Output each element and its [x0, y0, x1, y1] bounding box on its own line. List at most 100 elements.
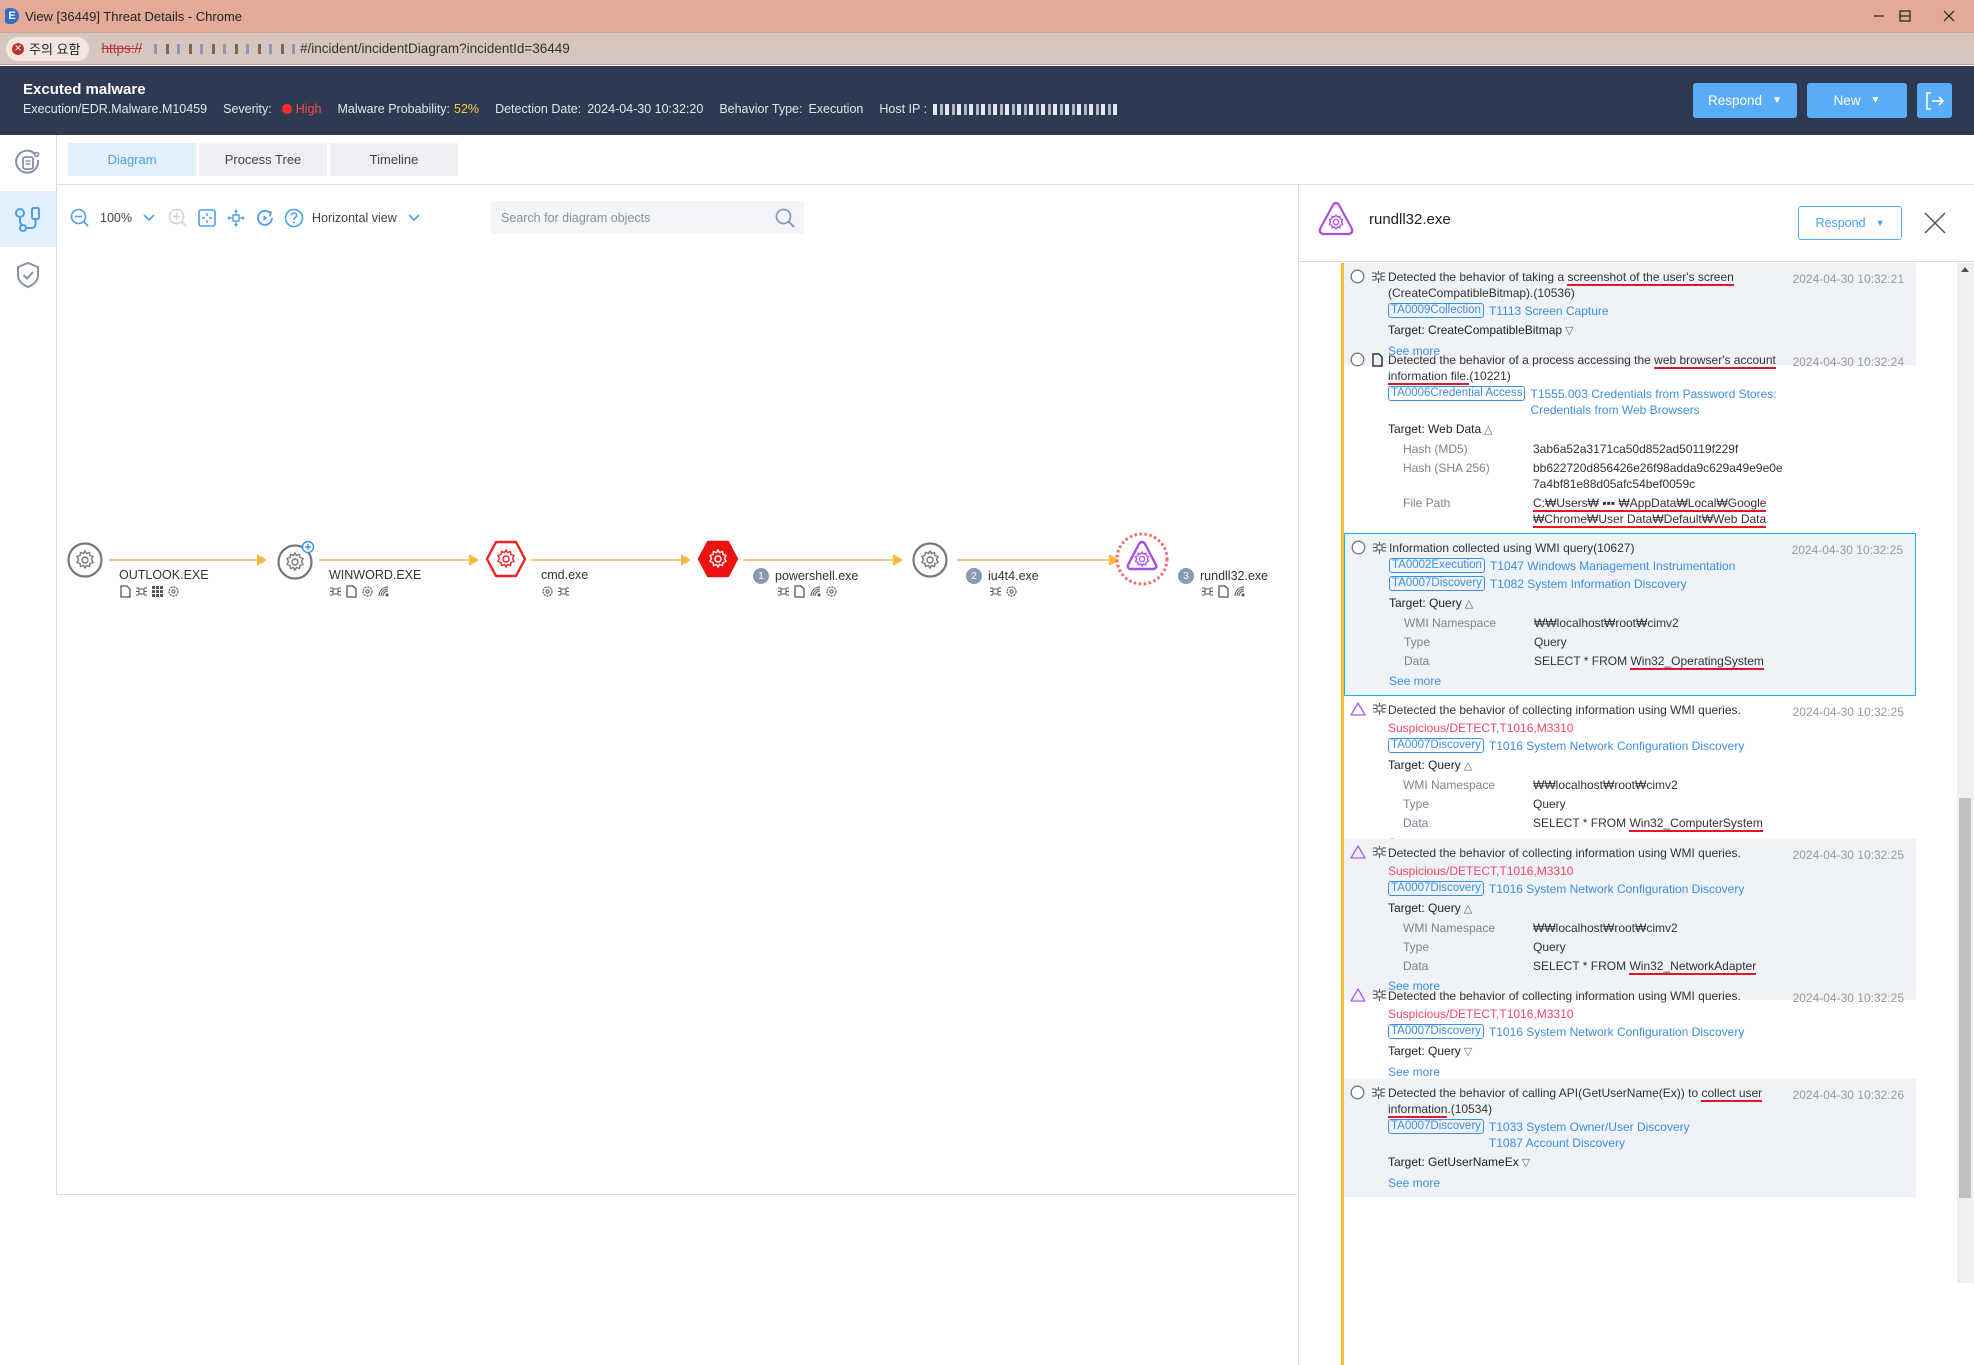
tactic-tag[interactable]: TA0009Collection	[1388, 303, 1484, 318]
process-icon	[826, 586, 837, 597]
tactic-tag[interactable]: TA0007Discovery	[1388, 881, 1484, 896]
search-button[interactable]	[774, 207, 796, 234]
expand-toggle-icon[interactable]: ▽	[1522, 1157, 1530, 1169]
collapse-toggle-icon[interactable]: △	[1484, 424, 1492, 436]
technique-link[interactable]: T1113 Screen Capture	[1489, 303, 1609, 319]
collapse-toggle-icon[interactable]: △	[1465, 598, 1473, 610]
technique-link[interactable]: T1016 System Network Configuration Disco…	[1489, 1024, 1744, 1040]
tactic-tag[interactable]: TA0007Discovery	[1388, 1119, 1484, 1134]
suspicious-status-icon	[1350, 845, 1366, 859]
tactic-tag[interactable]: TA0002Execution	[1389, 558, 1485, 573]
process-node-outlook[interactable]	[65, 540, 105, 580]
event-card[interactable]: 2024-04-30 10:32:25 Information collected…	[1344, 533, 1916, 696]
process-node-cmd[interactable]	[485, 539, 527, 579]
security-warning-chip[interactable]: ✕ 주의 요함	[6, 36, 90, 61]
tab-diagram[interactable]: Diagram	[68, 143, 196, 176]
event-list-scrollbar[interactable]	[1957, 263, 1974, 1283]
process-node-powershell[interactable]	[697, 539, 739, 579]
nav-item-summary[interactable]	[0, 135, 56, 191]
event-target[interactable]: Target: Query △	[1388, 757, 1783, 774]
technique-link[interactable]: T1555.003 Credentials from Password Stor…	[1530, 386, 1783, 418]
tab-timeline[interactable]: Timeline	[330, 143, 458, 176]
maximize-button[interactable]	[1882, 0, 1928, 32]
detail-panel-header: rundll32.exe Respond ▼	[1299, 185, 1974, 262]
suspicious-status-icon	[1350, 702, 1366, 716]
detail-key: Data	[1403, 816, 1429, 830]
expand-toggle-icon[interactable]: ▽	[1464, 1046, 1472, 1058]
event-target[interactable]: Target: Query △	[1389, 595, 1784, 612]
detail-key: Type	[1403, 940, 1430, 954]
event-body: Detected the behavior of collecting info…	[1388, 702, 1783, 851]
event-target[interactable]: Target: Query ▽	[1388, 1043, 1783, 1060]
event-card[interactable]: 2024-04-30 10:32:25 Detected the behavior…	[1344, 696, 1916, 857]
view-mode-label[interactable]: Horizontal view	[312, 211, 397, 225]
event-target[interactable]: Target: Query △	[1388, 900, 1783, 917]
technique-link[interactable]: T1016 System Network Configuration Disco…	[1489, 738, 1744, 754]
zoom-out-icon	[70, 208, 89, 227]
event-card[interactable]: 2024-04-30 10:32:25 Detected the behavior…	[1344, 982, 1916, 1086]
description-suffix: (10221)	[1469, 369, 1511, 383]
technique-link[interactable]: T1087 Account Discovery	[1489, 1135, 1690, 1151]
panel-respond-button[interactable]: Respond ▼	[1798, 206, 1902, 240]
detail-key: WMI Namespace	[1404, 616, 1497, 630]
scroll-up-arrow-icon[interactable]	[1961, 267, 1969, 272]
api-icon	[558, 587, 569, 596]
zoom-in-button[interactable]	[167, 207, 189, 229]
url-text[interactable]: https:// #/incident/incidentDiagram?incid…	[101, 41, 569, 56]
caret-down-icon: ▼	[1870, 95, 1881, 106]
address-bar[interactable]: ✕ 주의 요함 https:// #/incident/incidentDiagr…	[0, 32, 1974, 65]
event-card[interactable]: 2024-04-30 10:32:26 Detected the behavior…	[1344, 1079, 1916, 1197]
node-activity-icons	[777, 585, 838, 598]
technique-link[interactable]: T1016 System Network Configuration Disco…	[1489, 881, 1744, 897]
detail-panel: rundll32.exe Respond ▼ 2024-04-30 10:32:…	[1298, 185, 1974, 1365]
zoom-out-button[interactable]	[69, 207, 91, 229]
refresh-button[interactable]	[254, 207, 276, 229]
close-panel-button[interactable]	[1921, 209, 1949, 237]
detection-date-value: 2024-04-30 10:32:20	[587, 102, 704, 116]
close-window-button[interactable]	[1926, 0, 1972, 32]
diagram-canvas[interactable]: 100% Horizontal view Search for diagram …	[57, 185, 1297, 1195]
tactic-tag[interactable]: TA0007Discovery	[1388, 738, 1484, 753]
help-button[interactable]	[283, 207, 305, 229]
see-more-link[interactable]: See more	[1389, 673, 1784, 689]
event-time: 2024-04-30 10:32:25	[1792, 705, 1904, 719]
technique-link[interactable]: T1082 System Information Discovery	[1490, 576, 1687, 592]
refresh-icon	[257, 210, 273, 226]
nav-item-response[interactable]	[0, 247, 56, 303]
technique-link[interactable]: T1033 System Owner/User Discovery	[1489, 1119, 1690, 1135]
event-target[interactable]: Target: GetUserNameEx ▽	[1388, 1154, 1783, 1171]
event-target[interactable]: Target: CreateCompatibleBitmap ▽	[1388, 322, 1783, 339]
nav-item-diagram[interactable]	[0, 191, 56, 247]
zoom-level-dropdown[interactable]	[138, 207, 160, 229]
event-card[interactable]: 2024-04-30 10:32:25 Detected the behavior…	[1344, 839, 1916, 1000]
collapse-toggle-icon[interactable]: △	[1464, 760, 1472, 772]
tactic-tag[interactable]: TA0007Discovery	[1388, 1024, 1484, 1039]
technique-link[interactable]: T1047 Windows Management Instrumentation	[1490, 558, 1735, 574]
normal-status-icon	[1350, 269, 1365, 284]
detail-row: Data SELECT * FROM Win32_ComputerSystem	[1403, 815, 1783, 832]
left-nav	[0, 135, 57, 1195]
target-label: Target:	[1388, 758, 1425, 772]
process-node-iu4t4[interactable]	[910, 540, 950, 580]
event-target[interactable]: Target: Web Data △	[1388, 421, 1783, 438]
process-node-rundll32[interactable]	[1114, 531, 1170, 587]
process-node-winword[interactable]	[275, 540, 315, 580]
scroll-thumb[interactable]	[1959, 798, 1971, 1198]
see-more-link[interactable]: See more	[1388, 1175, 1783, 1191]
view-mode-dropdown[interactable]	[403, 207, 425, 229]
exit-button[interactable]	[1917, 83, 1952, 118]
chevron-down-icon	[408, 214, 420, 222]
diagram-search-input[interactable]	[501, 210, 761, 225]
respond-button[interactable]: Respond ▼	[1693, 83, 1797, 118]
collapse-toggle-icon[interactable]: △	[1464, 903, 1472, 915]
new-button[interactable]: New ▼	[1807, 83, 1907, 118]
tactic-tag[interactable]: TA0007Discovery	[1389, 576, 1485, 591]
pan-button[interactable]	[225, 207, 247, 229]
expand-toggle-icon[interactable]: ▽	[1565, 325, 1573, 337]
tab-process-tree[interactable]: Process Tree	[199, 143, 327, 176]
target-label: Target:	[1388, 901, 1425, 915]
fit-to-screen-button[interactable]	[196, 207, 218, 229]
see-more-link[interactable]: See more	[1388, 1064, 1783, 1080]
detail-row: Type Query	[1403, 796, 1783, 812]
tactic-tag[interactable]: TA0006Credential Access	[1388, 386, 1526, 401]
